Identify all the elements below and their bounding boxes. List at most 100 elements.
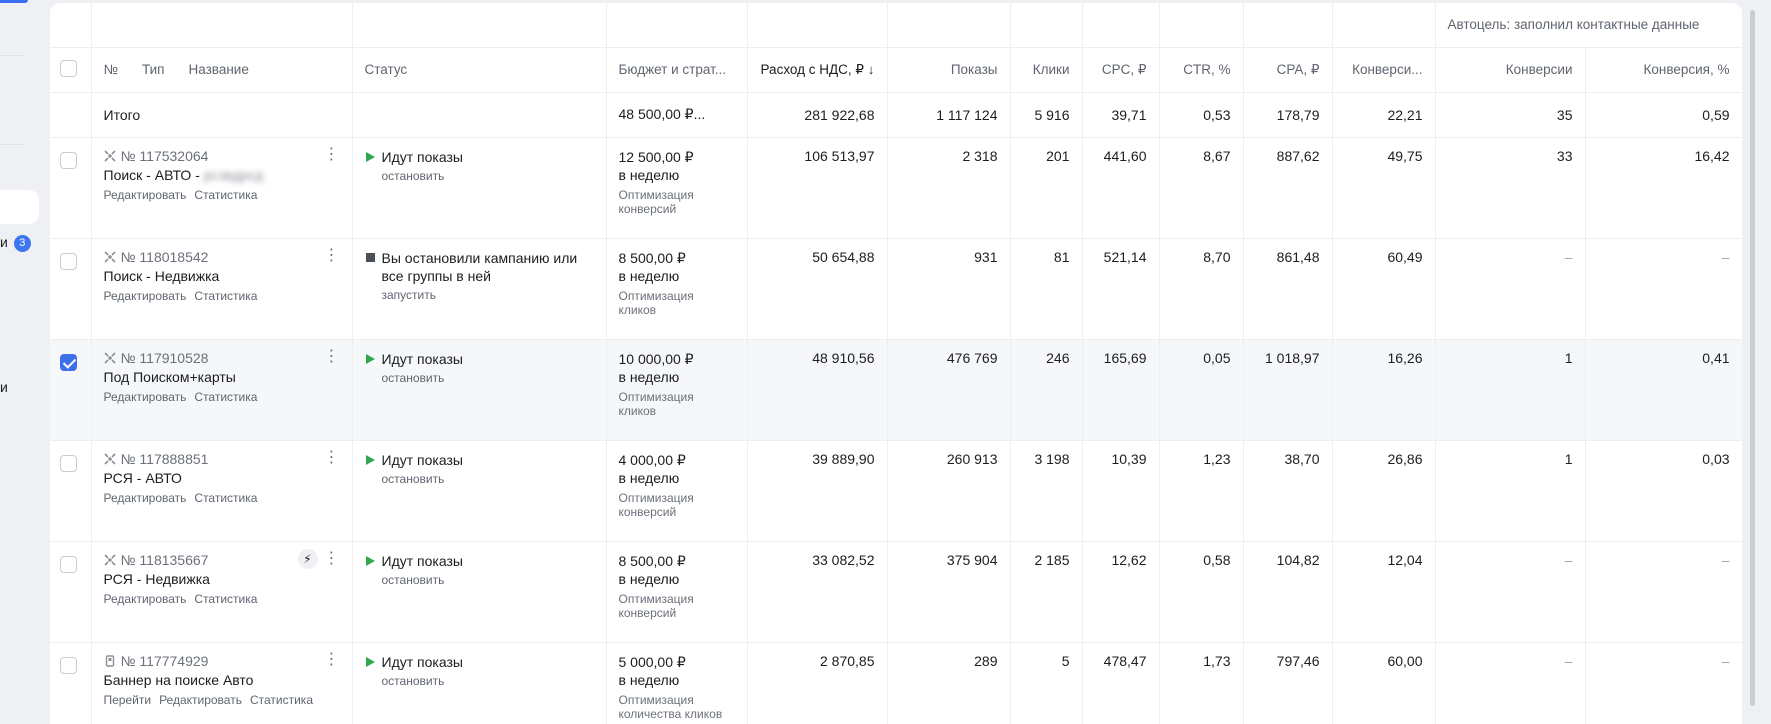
column-header-number[interactable]: № xyxy=(104,62,118,77)
sidebar-item-campaigns[interactable]: и3 xyxy=(0,234,31,252)
row-checkbox[interactable] xyxy=(60,353,77,371)
vertical-scrollbar[interactable] xyxy=(1750,10,1755,706)
budget-strategy: Оптимизация конверсий xyxy=(618,591,694,620)
status-action-link[interactable]: остановить xyxy=(382,573,594,587)
sidebar-item-fragment[interactable]: и xyxy=(0,379,8,395)
column-header-impressions[interactable]: Показы xyxy=(887,47,1011,93)
totals-conversion-total: 22,21 xyxy=(1332,92,1436,138)
edit-link[interactable]: Редактировать xyxy=(104,188,187,202)
status-action-link[interactable]: остановить xyxy=(382,371,594,385)
totals-conversions: 35 xyxy=(1435,92,1586,138)
campaign-name[interactable]: РСЯ - АВТО xyxy=(104,470,340,486)
campaign-id-line: № 118018542 ⋮ xyxy=(103,247,340,265)
campaign-id[interactable]: № 117774929 xyxy=(121,653,209,669)
kebab-menu-icon[interactable]: ⋮ xyxy=(324,348,340,365)
stats-link[interactable]: Статистика xyxy=(250,693,313,707)
column-header-status[interactable]: Статус xyxy=(352,47,607,93)
table-row[interactable]: № 117774929 ⋮ Баннер на поиске Авто Пере… xyxy=(50,642,1742,724)
sidebar-item-label: и xyxy=(0,234,8,250)
cpa-cell: 861,48 xyxy=(1243,238,1333,340)
table-row[interactable]: № 117888851 ⋮ РСЯ - АВТО Редактировать Ст… xyxy=(50,440,1742,542)
table-row[interactable]: № 117532064 ⋮ Поиск - АВТО - рсзвдрсд Ре… xyxy=(50,137,1742,239)
status-action-link[interactable]: остановить xyxy=(382,674,594,688)
campaign-type-banner-icon xyxy=(105,654,114,667)
status-action-link[interactable]: остановить xyxy=(382,169,594,183)
budget-amount[interactable]: 8 500,00 ₽ xyxy=(619,552,735,570)
campaign-id[interactable]: № 117910528 xyxy=(121,350,209,366)
row-checkbox[interactable] xyxy=(60,151,77,169)
stats-link[interactable]: Статистика xyxy=(194,289,257,303)
column-header-clicks[interactable]: Клики xyxy=(1010,47,1083,93)
campaign-name[interactable]: Поиск - АВТО - рсзвдрсд xyxy=(104,167,340,183)
campaign-id[interactable]: № 117532064 xyxy=(121,148,209,164)
table-row[interactable]: № 118135667 ⚡ ⋮ РСЯ - Недвижка Редактиро… xyxy=(50,541,1742,643)
group-header-empty xyxy=(1332,3,1436,48)
stats-link[interactable]: Статистика xyxy=(194,390,257,404)
campaign-name[interactable]: Под Поиском+карты xyxy=(104,369,340,385)
edit-link[interactable]: Редактировать xyxy=(104,390,187,404)
budget-amount[interactable]: 4 000,00 ₽ xyxy=(619,451,735,469)
column-header-ctr[interactable]: CTR, % xyxy=(1159,47,1244,93)
clicks-cell: 81 xyxy=(1010,238,1083,340)
column-header-conversion-rate[interactable]: Конверсия, % xyxy=(1585,47,1742,93)
edit-link[interactable]: Редактировать xyxy=(159,693,242,707)
go-link[interactable]: Перейти xyxy=(104,693,152,707)
stats-link[interactable]: Статистика xyxy=(194,491,257,505)
budget-amount[interactable]: 10 000,00 ₽ xyxy=(619,350,735,368)
campaign-id[interactable]: № 118018542 xyxy=(121,249,209,265)
column-header-cpa[interactable]: CPA, ₽ xyxy=(1243,47,1333,93)
campaign-id[interactable]: № 118135667 xyxy=(121,552,209,568)
row-checkbox[interactable] xyxy=(60,454,77,472)
column-header-name[interactable]: Название xyxy=(189,62,249,77)
budget-amount[interactable]: 8 500,00 ₽ xyxy=(619,249,735,267)
status-action-link[interactable]: остановить xyxy=(382,472,594,486)
conversions-cell: – xyxy=(1435,541,1586,643)
campaign-id[interactable]: № 117888851 xyxy=(121,451,209,467)
column-header-type[interactable]: Тип xyxy=(142,62,165,77)
totals-empty xyxy=(352,92,607,138)
cpc-cell: 521,14 xyxy=(1082,238,1160,340)
campaign-name[interactable]: РСЯ - Недвижка xyxy=(104,571,340,587)
budget-amount[interactable]: 12 500,00 ₽ xyxy=(619,148,735,166)
budget-cell: 8 500,00 ₽ в неделю Оптимизация конверси… xyxy=(606,541,748,643)
row-checkbox[interactable] xyxy=(60,252,77,270)
campaign-cell: № 117774929 ⋮ Баннер на поиске Авто Пере… xyxy=(91,642,353,724)
edit-link[interactable]: Редактировать xyxy=(104,592,187,606)
kebab-menu-icon[interactable]: ⋮ xyxy=(324,550,340,567)
budget-amount[interactable]: 5 000,00 ₽ xyxy=(619,653,735,671)
cpc-cell: 478,47 xyxy=(1082,642,1160,724)
column-header-spend[interactable]: Расход с НДС, ₽ ↓ xyxy=(747,47,888,93)
status-action-link[interactable]: запустить xyxy=(382,288,594,302)
spend-cell: 39 889,90 xyxy=(747,440,888,542)
sidebar-item-selected[interactable] xyxy=(0,190,39,224)
stats-link[interactable]: Статистика xyxy=(194,188,257,202)
totals-label: Итого xyxy=(91,92,353,138)
budget-cell: 4 000,00 ₽ в неделю Оптимизация конверси… xyxy=(606,440,748,542)
kebab-menu-icon[interactable]: ⋮ xyxy=(324,247,340,264)
campaign-name[interactable]: Баннер на поиске Авто xyxy=(104,672,340,688)
column-header-conversions[interactable]: Конверсии xyxy=(1435,47,1586,93)
totals-row: Итого 48 500,00 ₽... 281 922,68 1 117 12… xyxy=(50,92,1742,138)
edit-link[interactable]: Редактировать xyxy=(104,491,187,505)
budget-strategy: Оптимизация количества кликов xyxy=(618,692,723,721)
edit-link[interactable]: Редактировать xyxy=(104,289,187,303)
column-header-conversion-total[interactable]: Конверси... xyxy=(1332,47,1436,93)
stats-link[interactable]: Статистика xyxy=(194,592,257,606)
bolt-icon[interactable]: ⚡ xyxy=(297,548,318,569)
campaign-name[interactable]: Поиск - Недвижка xyxy=(104,268,340,284)
column-header-cpc[interactable]: CPC, ₽ xyxy=(1082,47,1160,93)
row-checkbox[interactable] xyxy=(60,555,77,573)
table-row[interactable]: № 117910528 ⋮ Под Поиском+карты Редактир… xyxy=(50,339,1742,441)
kebab-menu-icon[interactable]: ⋮ xyxy=(324,146,340,163)
column-header-budget[interactable]: Бюджет и страт... xyxy=(606,47,748,93)
campaign-cell: № 118135667 ⚡ ⋮ РСЯ - Недвижка Редактиро… xyxy=(91,541,353,643)
kebab-menu-icon[interactable]: ⋮ xyxy=(324,449,340,466)
select-all-checkbox[interactable] xyxy=(60,59,77,77)
table-row[interactable]: № 118018542 ⋮ Поиск - Недвижка Редактиро… xyxy=(50,238,1742,340)
kebab-menu-icon[interactable]: ⋮ xyxy=(324,651,340,668)
campaign-name-text: Поиск - АВТО - xyxy=(103,166,204,183)
row-checkbox[interactable] xyxy=(60,656,77,674)
conversion-rate-cell: 0,03 xyxy=(1585,440,1742,542)
conversion-rate-cell: – xyxy=(1585,642,1742,724)
status-cell: Идут показы остановить xyxy=(352,541,607,643)
